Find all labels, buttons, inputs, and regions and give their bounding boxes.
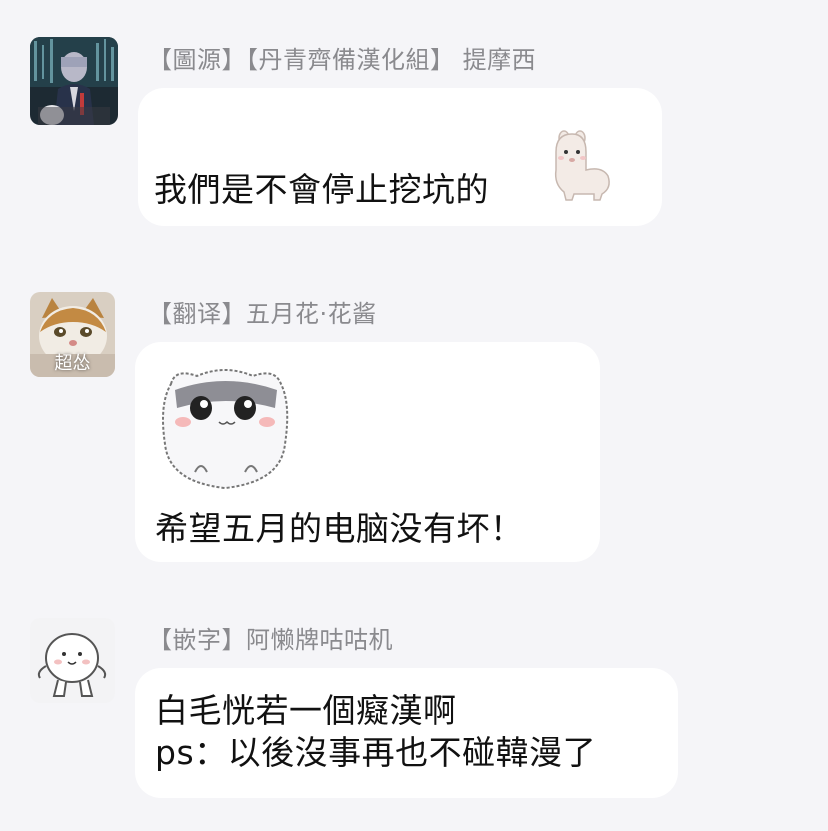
sender-name: 【翻译】五月花·花酱 [148, 300, 377, 328]
message-bubble[interactable]: 我們是不會停止挖坑的 [138, 88, 662, 226]
white-blob-avatar-image [30, 618, 115, 703]
message-bubble[interactable]: 白毛恍若一個癡漢啊 ps：以後沒事再也不碰韓漫了 [135, 668, 678, 798]
message-line: 白毛恍若一個癡漢啊 [155, 691, 457, 730]
avatar-timothy[interactable] [30, 37, 118, 125]
message-text: 希望五月的电脑没有坏！ [155, 509, 524, 548]
sender-name: 【圖源】【丹青齊備漢化組】 提摩西 [148, 46, 537, 74]
avatar-caption: 超怂 [54, 353, 91, 374]
sender-name: 【嵌字】阿懒牌咕咕机 [148, 626, 393, 654]
hamster-sticker [155, 364, 295, 492]
chat-screen: 【圖源】【丹青齊備漢化組】 提摩西 我們是不會停止挖坑的 超怂 【翻译】五月花·… [0, 0, 828, 831]
message-bubble[interactable]: 希望五月的电脑没有坏！ [135, 342, 600, 562]
avatar-cat[interactable]: 超怂 [30, 292, 115, 377]
avatar-anime-character-image [30, 37, 118, 125]
message-text: 白毛恍若一個癡漢啊 ps：以後沒事再也不碰韓漫了 [155, 690, 596, 774]
message-line: ps：以後沒事再也不碰韓漫了 [155, 733, 597, 772]
alpaca-sticker [554, 130, 610, 201]
message-text: 我們是不會停止挖坑的 [154, 170, 489, 209]
avatar-blob[interactable] [30, 618, 115, 703]
